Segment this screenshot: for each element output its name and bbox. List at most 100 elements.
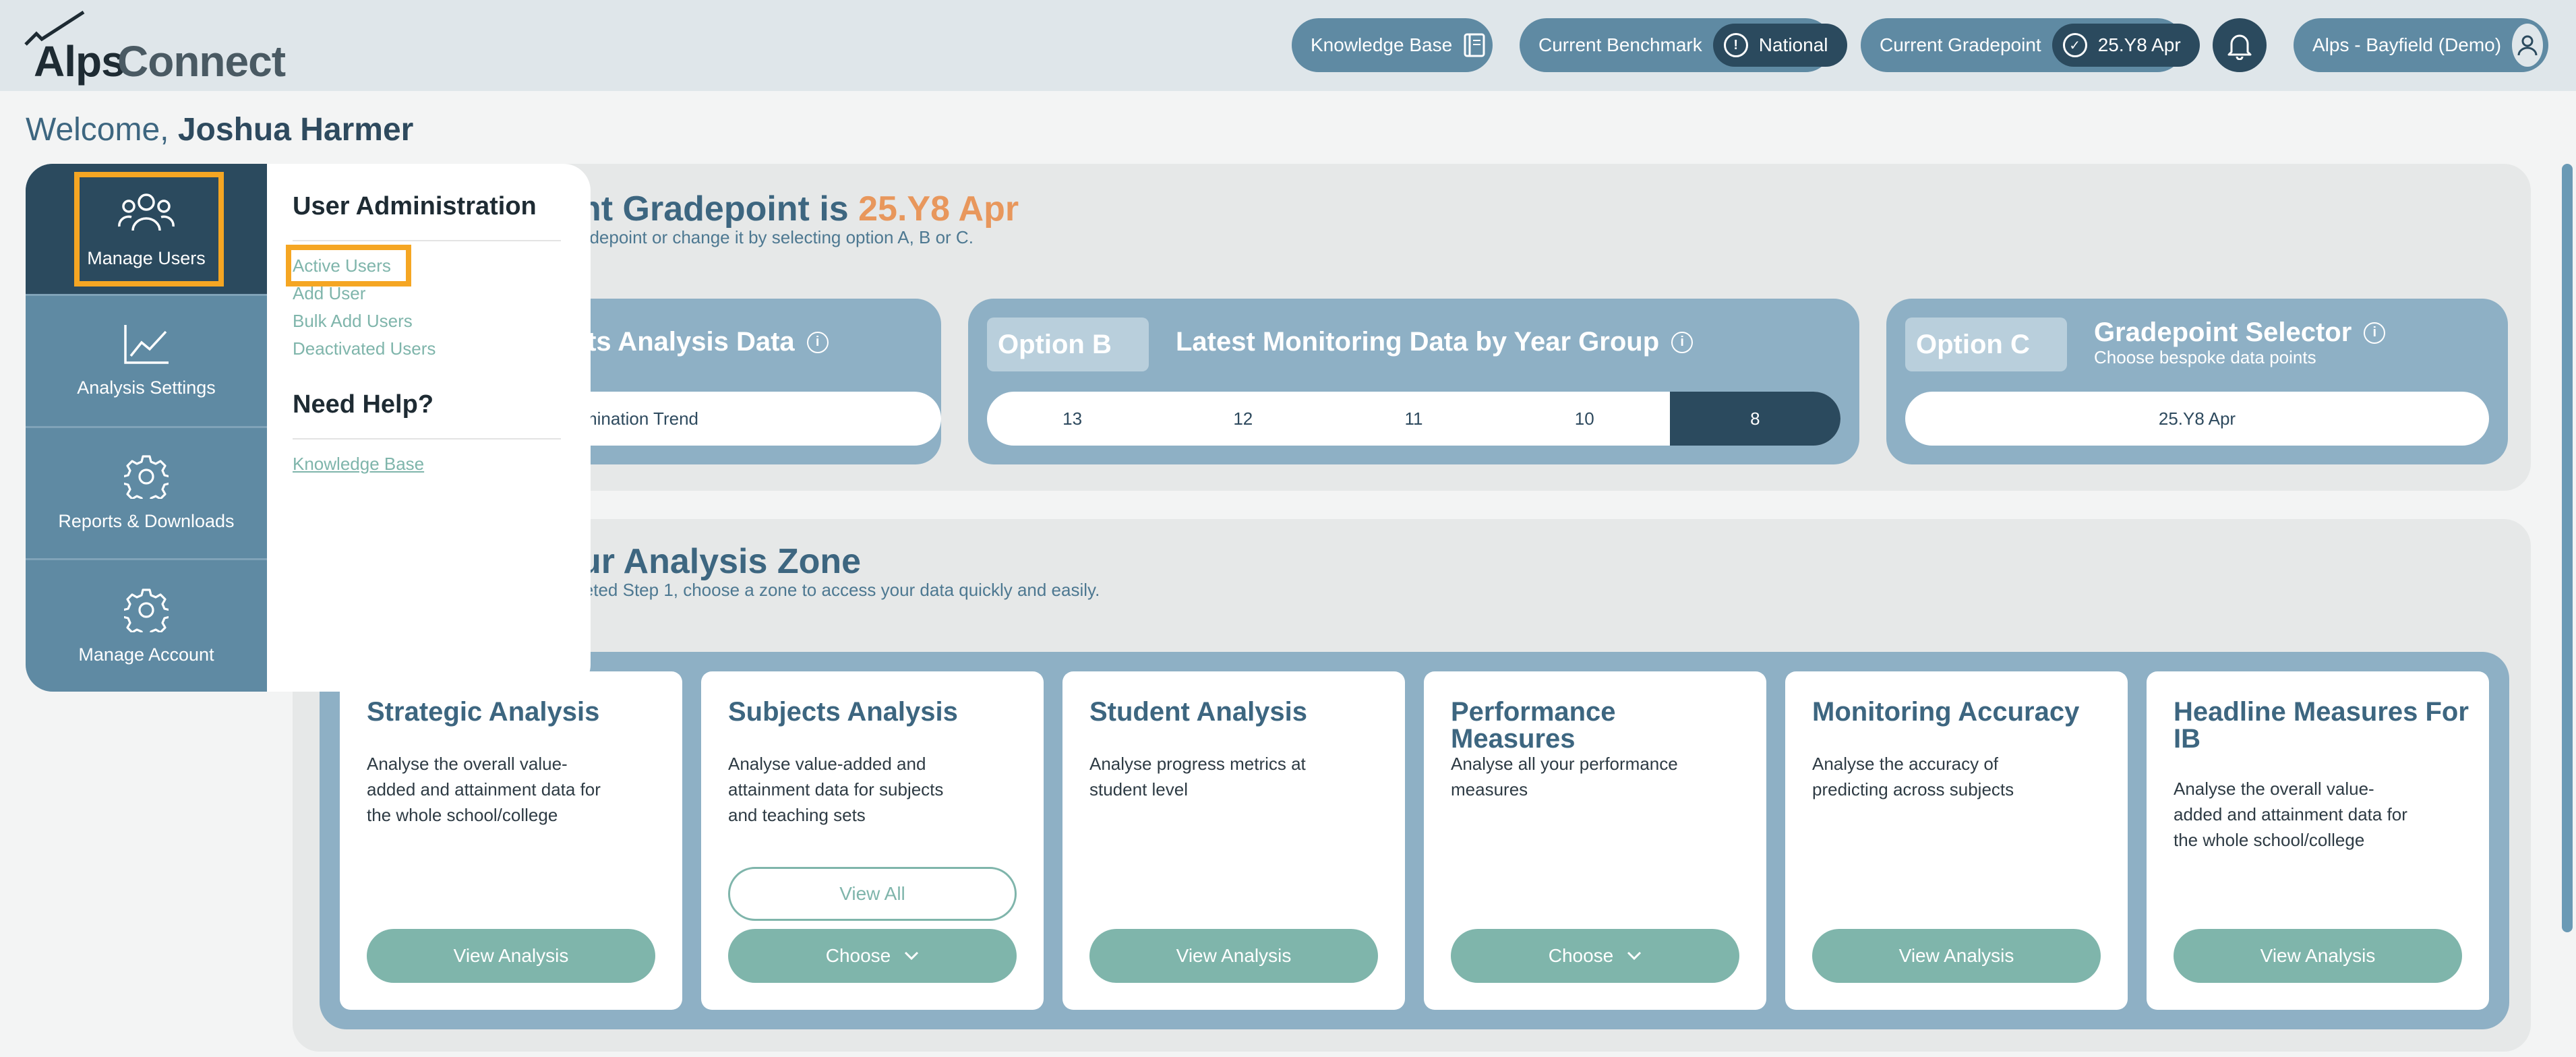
benchmark-value-text: National bbox=[1758, 34, 1828, 55]
alert-icon: ! bbox=[1723, 33, 1748, 57]
welcome-user-name: Joshua Harmer bbox=[177, 112, 414, 148]
logo-text-connect: Connect bbox=[117, 37, 286, 86]
gradepoint-subtitle: adepoint or change it by selecting optio… bbox=[580, 227, 974, 247]
nav-item-label: Reports & Downloads bbox=[58, 511, 235, 531]
notifications-button[interactable] bbox=[2213, 18, 2267, 72]
card-description: Analyse progress metrics at student leve… bbox=[1089, 754, 1306, 799]
monitoring-accuracy-card: Monitoring Accuracy Analyse the accuracy… bbox=[1785, 671, 2128, 1010]
flyout-heading-user-admin: User Administration bbox=[293, 192, 537, 220]
gradepoint-title: nt Gradepoint is 25.Y8 Apr bbox=[580, 189, 1019, 229]
knowledge-base-label: Knowledge Base bbox=[1311, 34, 1453, 55]
gradepoint-selector-field[interactable]: 25.Y8 Apr bbox=[1905, 392, 2489, 446]
nav-item-label: Manage Account bbox=[78, 644, 214, 665]
welcome-heading: Welcome, Joshua Harmer bbox=[26, 111, 413, 148]
subjects-analysis-card: Subjects Analysis Analyse value-added an… bbox=[701, 671, 1044, 1010]
choose-button[interactable]: Choose bbox=[728, 929, 1017, 983]
strategic-analysis-card: Strategic Analysis Analyse the overall v… bbox=[340, 671, 682, 1010]
view-analysis-button[interactable]: View Analysis bbox=[1089, 929, 1378, 983]
divider bbox=[293, 438, 561, 440]
year-option-13[interactable]: 13 bbox=[987, 392, 1158, 446]
card-description: Analyse the accuracy of predicting acros… bbox=[1812, 754, 2014, 799]
card-title: Performance Measures bbox=[1451, 697, 1616, 754]
nav-item-label: Analysis Settings bbox=[77, 378, 216, 398]
benchmark-selector[interactable]: Current Benchmark ! National bbox=[1520, 18, 1847, 72]
user-admin-flyout: User Administration Active Users Add Use… bbox=[267, 164, 591, 692]
choose-button-label: Choose bbox=[825, 945, 891, 966]
benchmark-value[interactable]: ! National bbox=[1712, 24, 1847, 67]
option-a-title-text: lts Analysis Data bbox=[580, 327, 795, 357]
highlight-box-manage-users bbox=[74, 172, 224, 286]
gradepoint-label: Current Gradepoint bbox=[1880, 34, 2041, 55]
bell-icon bbox=[2227, 34, 2252, 60]
bulk-add-users-link[interactable]: Bulk Add Users bbox=[293, 311, 413, 332]
card-title: Subjects Analysis bbox=[728, 697, 958, 727]
info-icon[interactable]: i bbox=[1671, 331, 1694, 353]
option-b-title-text: Latest Monitoring Data by Year Group bbox=[1176, 327, 1660, 357]
scrollbar[interactable] bbox=[2562, 164, 2573, 932]
welcome-prefix: Welcome, bbox=[26, 112, 169, 148]
choose-button-label: Choose bbox=[1548, 945, 1614, 966]
option-b-card: Option B Latest Monitoring Data by Year … bbox=[968, 299, 1859, 464]
gradepoint-value[interactable]: ✓ 25.Y8 Apr bbox=[2051, 24, 2200, 67]
year-option-12[interactable]: 12 bbox=[1158, 392, 1328, 446]
year-group-selector: 13 12 11 10 8 bbox=[987, 392, 1840, 446]
option-c-title-text: Gradepoint Selector bbox=[2094, 318, 2352, 347]
chart-line-icon bbox=[124, 325, 169, 364]
headline-measures-ib-card: Headline Measures For IB Analyse the ove… bbox=[2147, 671, 2489, 1010]
performance-measures-card: Performance Measures Analyse all your pe… bbox=[1424, 671, 1766, 1010]
option-b-tag: Option B bbox=[987, 318, 1149, 371]
user-icon bbox=[2517, 35, 2538, 56]
choose-button[interactable]: Choose bbox=[1451, 929, 1739, 983]
account-name: Alps - Bayfield (Demo) bbox=[2312, 34, 2502, 55]
card-title: Student Analysis bbox=[1089, 697, 1308, 727]
gradepoint-selector[interactable]: Current Gradepoint ✓ 25.Y8 Apr bbox=[1861, 18, 2200, 72]
card-title: Strategic Analysis bbox=[367, 697, 600, 727]
chevron-down-icon bbox=[1627, 951, 1642, 961]
nav-item-reports-downloads[interactable]: Reports & Downloads bbox=[26, 428, 267, 560]
option-a-title: lts Analysis Data i bbox=[580, 327, 829, 357]
option-c-card: Option C Gradepoint Selector i Choose be… bbox=[1886, 299, 2508, 464]
info-icon[interactable]: i bbox=[806, 331, 829, 353]
nav-item-analysis-settings[interactable]: Analysis Settings bbox=[26, 296, 267, 428]
top-bar: Alps Connect Knowledge Base Current Benc… bbox=[0, 0, 2576, 91]
account-menu-button[interactable]: Alps - Bayfield (Demo) bbox=[2294, 18, 2548, 72]
avatar bbox=[2512, 24, 2543, 67]
option-c-value: 25.Y8 Apr bbox=[2158, 408, 2236, 429]
analysis-zone-subtitle: leted Step 1, choose a zone to access yo… bbox=[580, 580, 1100, 600]
gradepoint-value-text: 25.Y8 Apr bbox=[2097, 34, 2181, 55]
highlight-box-active-users bbox=[286, 245, 411, 286]
flyout-heading-need-help: Need Help? bbox=[293, 390, 434, 419]
gradepoint-title-value: 25.Y8 Apr bbox=[858, 189, 1019, 229]
year-option-11[interactable]: 11 bbox=[1328, 392, 1499, 446]
card-title: Monitoring Accuracy bbox=[1812, 697, 2080, 727]
view-analysis-button[interactable]: View Analysis bbox=[367, 929, 655, 983]
year-option-10[interactable]: 10 bbox=[1499, 392, 1670, 446]
year-option-8[interactable]: 8 bbox=[1669, 392, 1840, 446]
card-description: Analyse all your performance measures bbox=[1451, 754, 1678, 799]
view-analysis-button[interactable]: View Analysis bbox=[1812, 929, 2101, 983]
view-analysis-button[interactable]: View Analysis bbox=[2174, 929, 2462, 983]
gear-icon bbox=[124, 455, 169, 499]
nav-item-manage-account[interactable]: Manage Account bbox=[26, 560, 267, 692]
card-description: Analyse the overall value-added and atta… bbox=[2174, 779, 2407, 850]
analysis-zone-title: ur Analysis Zone bbox=[580, 542, 862, 581]
gear-icon bbox=[124, 588, 169, 632]
student-analysis-card: Student Analysis Analyse progress metric… bbox=[1062, 671, 1405, 1010]
knowledge-base-button[interactable]: Knowledge Base bbox=[1292, 18, 1493, 72]
book-icon bbox=[1464, 33, 1485, 57]
view-all-button[interactable]: View All bbox=[728, 867, 1017, 921]
chevron-down-icon bbox=[905, 951, 919, 961]
card-description: Analyse the overall value-added and atta… bbox=[367, 754, 601, 825]
check-icon: ✓ bbox=[2062, 33, 2087, 57]
alps-connect-logo[interactable]: Alps Connect bbox=[24, 9, 286, 86]
option-b-title: Latest Monitoring Data by Year Group i bbox=[1176, 327, 1694, 357]
logo-text-alps: Alps bbox=[34, 37, 125, 86]
info-icon[interactable]: i bbox=[2364, 322, 2386, 344]
option-a-value: mination Trend bbox=[582, 408, 698, 429]
gradepoint-title-text: nt Gradepoint is bbox=[580, 189, 849, 229]
deactivated-users-link[interactable]: Deactivated Users bbox=[293, 338, 436, 359]
card-title: Headline Measures For IB bbox=[2174, 697, 2469, 754]
knowledge-base-link[interactable]: Knowledge Base bbox=[293, 454, 424, 475]
card-description: Analyse value-added and attainment data … bbox=[728, 754, 944, 825]
option-c-subtitle: Choose bespoke data points bbox=[2094, 347, 2316, 367]
